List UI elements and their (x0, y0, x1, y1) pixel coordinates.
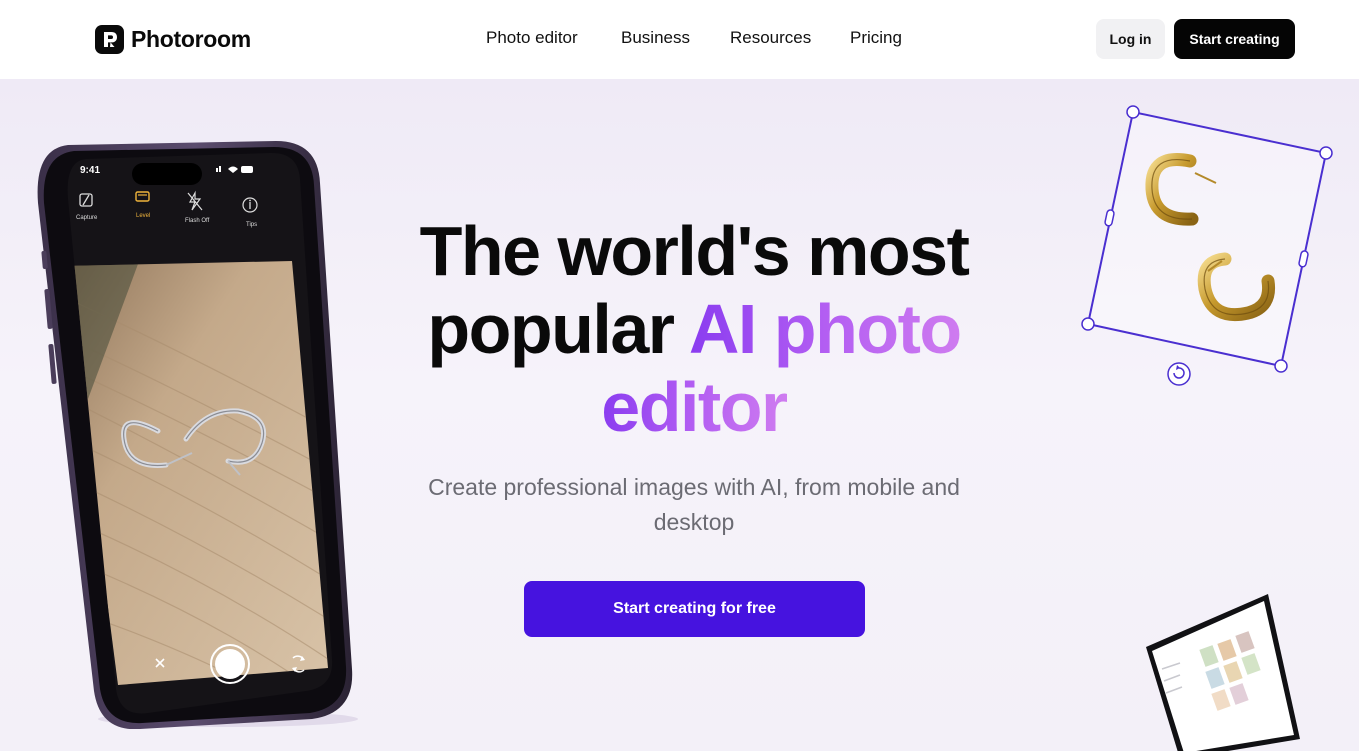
menu-item-photo-editor[interactable]: Photo editor (486, 28, 578, 48)
tool-level-label: Level (136, 213, 150, 219)
menu-item-business[interactable]: Business (621, 28, 690, 48)
tool-capture-label: Capture (76, 215, 98, 221)
hero-headline: The world's most popular AI photo editor (354, 212, 1034, 446)
menu-item-resources[interactable]: Resources (730, 28, 811, 48)
photoroom-logo[interactable]: Photoroom (95, 24, 251, 54)
laptop-mockup (1140, 589, 1310, 751)
headline-line-2-plain: popular (427, 290, 689, 368)
hero-section: 9:41 Capture Level Flash Off Tips The wo… (0, 79, 1359, 751)
earring-selection-card (1080, 101, 1340, 391)
headline-line-2-highlight: AI photo (688, 290, 962, 368)
headline-line-1: The world's most (419, 212, 970, 290)
phone-mockup: 9:41 Capture Level Flash Off Tips (28, 139, 368, 730)
start-creating-button[interactable]: Start creating (1174, 19, 1295, 59)
photoroom-logo-icon (95, 24, 124, 54)
shutter-button[interactable] (210, 644, 250, 684)
top-navigation: Photoroom Photo editor Business Resource… (0, 0, 1359, 79)
start-creating-for-free-button[interactable]: Start creating for free (524, 581, 865, 637)
menu-item-pricing[interactable]: Pricing (850, 28, 902, 48)
phone-time: 9:41 (80, 165, 100, 176)
brand-name: Photoroom (131, 25, 251, 52)
login-button[interactable]: Log in (1096, 19, 1165, 59)
rotate-icon[interactable] (1167, 362, 1191, 386)
hero-subtitle: Create professional images with AI, from… (428, 474, 960, 535)
headline-line-3-highlight: editor (601, 368, 788, 446)
tool-tips-label: Tips (246, 222, 257, 228)
tool-flash-off-label: Flash Off (185, 218, 210, 224)
